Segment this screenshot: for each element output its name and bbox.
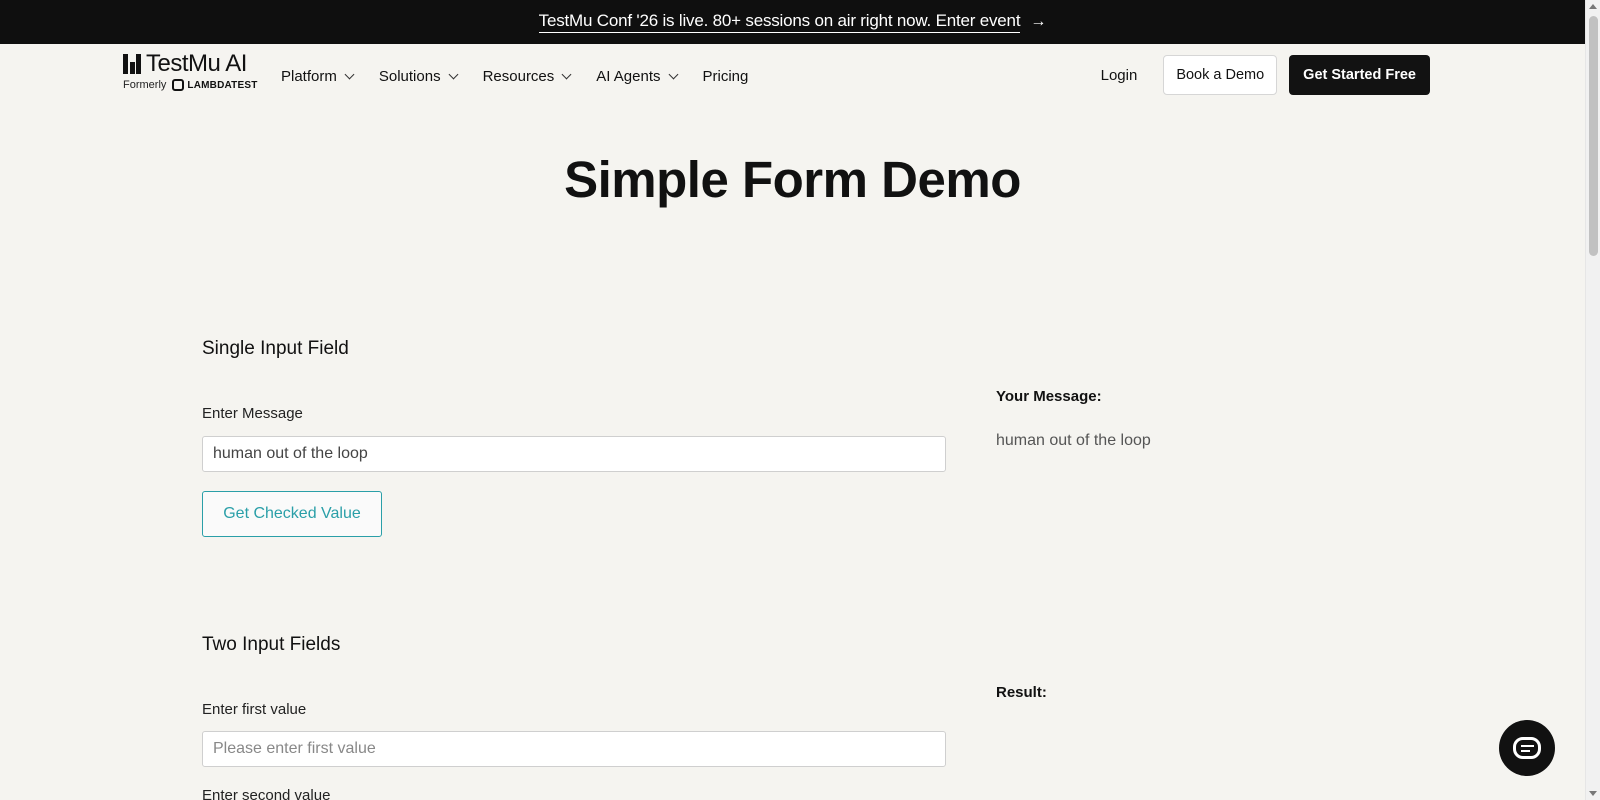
section-title-single-input: Single Input Field — [202, 338, 349, 359]
result-label: Result: — [996, 684, 1047, 701]
lambdatest-name: LAMBDATEST — [187, 79, 258, 91]
section-title-two-inputs: Two Input Fields — [202, 634, 341, 655]
chevron-down-icon — [561, 69, 572, 79]
chevron-down-icon — [668, 69, 678, 79]
nav-item-resources[interactable]: Resources — [482, 67, 572, 85]
logo-formerly: Formerly — [123, 79, 167, 91]
nav-item-platform[interactable]: Platform — [281, 67, 355, 85]
site-header: TestMu AI Formerly LAMBDATEST Platform S… — [0, 44, 1585, 108]
book-demo-button[interactable]: Book a Demo — [1163, 55, 1278, 95]
logo[interactable]: TestMu AI Formerly LAMBDATEST — [123, 52, 263, 91]
get-checked-value-button[interactable]: Get Checked Value — [202, 491, 382, 537]
main-nav: Platform Solutions Resources AI Agents P… — [281, 44, 774, 108]
scrollbar-thumb[interactable] — [1589, 16, 1598, 256]
nav-item-pricing[interactable]: Pricing — [703, 68, 749, 85]
nav-label: Pricing — [702, 67, 749, 85]
second-value-label: Enter second value — [202, 787, 331, 800]
announcement-bar[interactable]: TestMu Conf '26 is live. 80+ sessions on… — [0, 0, 1585, 44]
page-title: Simple Form Demo — [564, 151, 1021, 208]
login-link[interactable]: Login — [1101, 67, 1138, 84]
your-message-label: Your Message: — [996, 388, 1102, 405]
message-input[interactable] — [202, 436, 946, 472]
nav-label: AI Agents — [596, 67, 661, 85]
get-started-button[interactable]: Get Started Free — [1289, 55, 1430, 95]
first-value-input[interactable] — [202, 731, 946, 767]
announcement-link[interactable]: TestMu Conf '26 is live. 80+ sessions on… — [538, 11, 1021, 33]
lambdatest-icon — [172, 79, 185, 91]
nav-item-solutions[interactable]: Solutions — [378, 67, 459, 85]
scroll-down-icon[interactable] — [1589, 791, 1597, 796]
chat-bubble-icon — [1513, 737, 1541, 759]
chevron-down-icon — [344, 69, 355, 79]
nav-label: Resources — [482, 67, 555, 85]
enter-message-label: Enter Message — [202, 405, 303, 422]
arrow-right-icon: → — [1030, 13, 1047, 30]
logo-name: TestMu AI — [146, 50, 247, 77]
chevron-down-icon — [448, 69, 459, 79]
chat-button[interactable] — [1499, 720, 1555, 776]
testmu-logo-icon — [123, 54, 141, 74]
nav-label: Platform — [281, 67, 337, 85]
nav-label: Solutions — [378, 67, 441, 85]
scroll-up-icon[interactable] — [1589, 4, 1597, 9]
nav-item-ai-agents[interactable]: AI Agents — [596, 67, 678, 85]
header-actions: Login Book a Demo Get Started Free — [1101, 55, 1430, 95]
your-message-value: human out of the loop — [996, 432, 1151, 449]
page-scrollbar[interactable] — [1585, 0, 1600, 800]
first-value-label: Enter first value — [202, 701, 307, 718]
